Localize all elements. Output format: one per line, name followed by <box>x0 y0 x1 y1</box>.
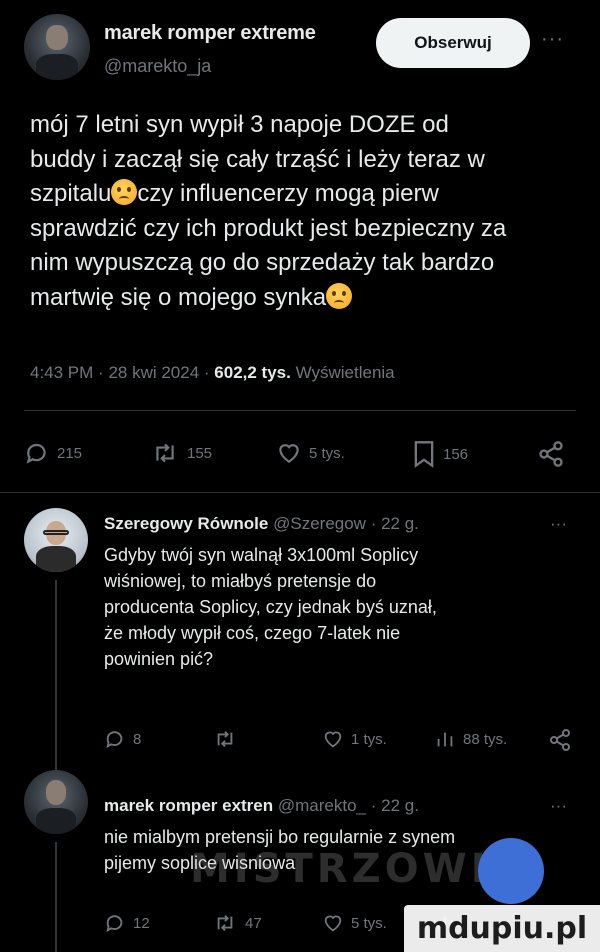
reply-count: 8 <box>133 730 142 748</box>
tweet-date[interactable]: 28 kwi 2024 <box>108 363 199 382</box>
main-author-avatar[interactable] <box>24 14 90 80</box>
reply-author-avatar[interactable] <box>24 770 88 834</box>
tweet-line: nim wypuszczą go do sprzedaży tak bardzo <box>30 249 495 276</box>
repost-button[interactable] <box>212 728 245 750</box>
more-options-icon[interactable]: ··· <box>550 514 567 534</box>
crying-face-emoji <box>111 179 138 205</box>
site-watermark: mdupiu.pl <box>404 905 600 952</box>
reply-button[interactable]: 8 <box>104 728 141 750</box>
tweet-line: szpitalu czy influencerzy mogą pierw <box>30 179 439 207</box>
like-button[interactable]: 1 tys. <box>322 728 387 750</box>
heart-icon <box>324 731 342 748</box>
reply-author-name[interactable]: marek romper extren <box>104 796 273 815</box>
share-button[interactable] <box>537 440 565 468</box>
reply-author-name[interactable]: Szeregowy Równole <box>104 514 268 533</box>
bookmark-icon <box>414 441 434 468</box>
tweet-line: mój 7 letni syn wypił 3 napoje DOZE od <box>30 111 449 138</box>
like-count: 5 tys. <box>351 914 387 932</box>
thread-line <box>55 580 57 776</box>
reply-age: · 22 g. <box>370 796 419 815</box>
tweet-metadata: 4:43 PM · 28 kwi 2024 · 602,2 tys. Wyświ… <box>30 363 395 382</box>
reply-line: powinien pić? <box>104 649 214 669</box>
reply-icon <box>106 731 123 749</box>
like-button[interactable]: 5 tys. <box>322 912 387 934</box>
reply-button[interactable]: 215 <box>24 440 82 466</box>
repost-icon <box>217 915 233 931</box>
tweet-line: martwię się o mojego synka <box>30 281 575 316</box>
more-options-icon[interactable]: ··· <box>541 28 564 51</box>
reply-line: producenta Soplicy, czy jednak byś uznał… <box>104 597 437 617</box>
reply-count: 215 <box>57 444 83 462</box>
bookmark-button[interactable]: 156 <box>412 440 468 468</box>
tweet-time[interactable]: 4:43 PM <box>30 363 93 382</box>
share-button[interactable] <box>548 728 572 752</box>
repost-count: 155 <box>187 444 213 462</box>
views-button[interactable]: 88 tys. <box>434 728 507 750</box>
share-icon <box>550 729 570 751</box>
reply-author-handle[interactable]: @marekto_ <box>278 796 366 815</box>
reply-text: Gdyby twój syn walnął 3x100ml Soplicy wi… <box>104 542 584 672</box>
views-label: Wyświetlenia <box>295 363 395 382</box>
main-author-handle[interactable]: @marekto_ja <box>104 56 211 77</box>
reply-line: że młody wypił coś, czego 7-latek nie <box>104 623 401 643</box>
reply-header: Szeregowy Równole @Szeregow · 22 g. <box>104 514 419 534</box>
bookmark-count: 156 <box>443 445 469 463</box>
more-options-icon[interactable]: ··· <box>550 796 567 816</box>
reply-count: 12 <box>133 914 150 932</box>
bar-chart-icon <box>437 732 453 747</box>
repost-count: 47 <box>245 914 262 932</box>
reply-line: Gdyby twój syn walnął 3x100ml Soplicy <box>104 545 419 565</box>
repost-icon <box>156 443 174 463</box>
like-count: 5 tys. <box>309 444 345 462</box>
follow-button[interactable]: Obserwuj <box>376 18 530 68</box>
tweet-line: buddy i zaczął się cały trząść i leży te… <box>30 145 485 173</box>
reply-icon <box>26 443 46 464</box>
reply-header: marek romper extren @marekto_ · 22 g. <box>104 796 419 816</box>
reply-icon <box>106 915 123 933</box>
reply-author-handle[interactable]: @Szeregow <box>273 514 366 533</box>
repost-button[interactable]: 155 <box>150 440 212 466</box>
like-button[interactable]: 5 tys. <box>276 440 345 466</box>
heart-icon <box>279 444 299 463</box>
thread-line <box>55 842 57 952</box>
pleading-face-emoji <box>326 282 353 309</box>
tweet-text: mój 7 letni syn wypił 3 napoje DOZE od b… <box>30 108 575 315</box>
reply-age: · 22 g. <box>370 514 419 533</box>
tweet-line: sprawdzić czy ich produkt jest bezpieczn… <box>30 214 507 242</box>
like-count: 1 tys. <box>351 730 387 748</box>
reply-line: wiśniowej, to miałbyś pretensje do <box>104 571 377 591</box>
reply-button[interactable]: 12 <box>104 912 150 934</box>
heart-icon <box>324 915 342 932</box>
repost-icon <box>217 731 233 747</box>
views-count: 88 tys. <box>463 730 508 748</box>
reply-author-avatar[interactable] <box>24 508 88 572</box>
divider <box>24 410 576 411</box>
main-author-name[interactable]: marek romper extreme <box>104 22 316 45</box>
views-count: 602,2 tys. <box>214 363 291 382</box>
repost-button[interactable]: 47 <box>212 912 262 934</box>
share-icon <box>539 441 563 467</box>
divider <box>0 492 600 493</box>
ghost-overlay-text: MISTRZOWIE <box>190 846 521 892</box>
overlay-logo-icon <box>478 838 544 904</box>
